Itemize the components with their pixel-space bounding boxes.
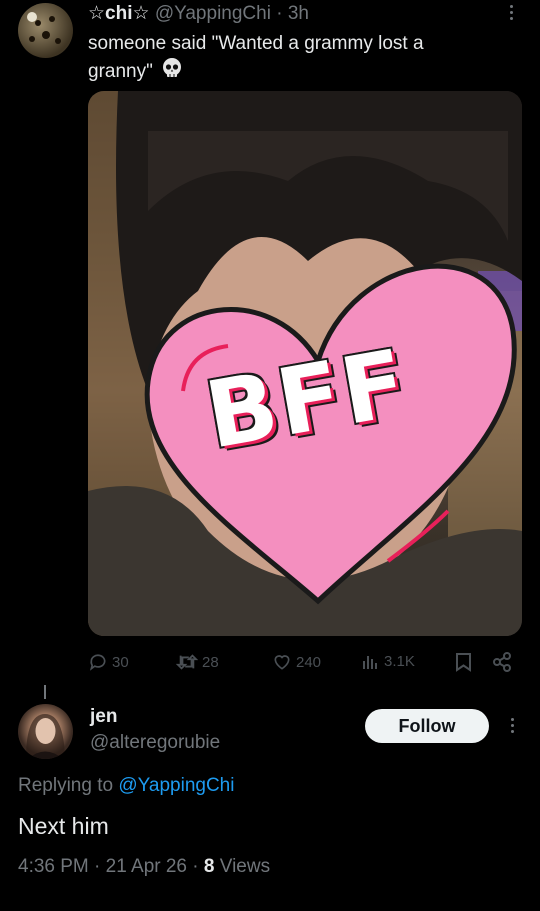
bookmark-icon[interactable]: [455, 652, 472, 672]
share-icon[interactable]: [492, 652, 512, 672]
skull-emoji-icon: [161, 57, 183, 87]
tweet-text-line-1: someone said "Wanted a grammy lost a: [88, 33, 424, 54]
author-avatar[interactable]: [18, 3, 73, 58]
user-avatar-icon: [26, 714, 65, 759]
reply-display-name[interactable]: jen: [90, 706, 117, 728]
reply-date[interactable]: 21 Apr 26: [106, 856, 187, 877]
author-display-name[interactable]: ☆chi☆: [88, 3, 150, 24]
reply-time[interactable]: 4:36 PM: [18, 856, 89, 877]
reply-text: Next him: [18, 813, 109, 839]
tweet-text-line-2: granny": [88, 57, 508, 87]
tweet-media-image[interactable]: BFF: [88, 91, 522, 636]
follow-button[interactable]: Follow: [365, 709, 489, 743]
reply-views-count[interactable]: 8: [204, 856, 215, 877]
author-handle[interactable]: @YappingChi: [155, 3, 271, 24]
views-count: 3.1K: [384, 652, 415, 670]
replying-to-prefix: Replying to: [18, 775, 119, 796]
reply-more-options-icon[interactable]: [511, 718, 514, 733]
reply-icon: [88, 652, 108, 672]
retweet-stat[interactable]: 28: [176, 652, 219, 672]
like-stat[interactable]: 240: [272, 652, 321, 672]
tweet-text: someone said "Wanted a grammy lost a gra…: [88, 31, 508, 87]
reply-author-avatar[interactable]: [18, 704, 73, 759]
separator-dot: ·: [276, 3, 283, 24]
reply-stat[interactable]: 30: [88, 652, 129, 672]
tweet-time[interactable]: 3h: [288, 3, 309, 24]
views-bar-chart-icon: [362, 652, 380, 670]
reply-views-label: Views: [219, 856, 271, 877]
leopard-avatar-icon: [27, 12, 61, 44]
reply-meta: 4:36 PM · 21 Apr 26 · 8 Views: [18, 856, 270, 878]
heart-icon: [272, 652, 292, 672]
thread-connector-line: [44, 685, 46, 699]
replying-to: Replying to @YappingChi: [18, 775, 234, 797]
reply-count: 30: [112, 653, 129, 671]
reply-handle[interactable]: @alteregorubie: [90, 732, 220, 754]
more-options-icon[interactable]: [510, 5, 513, 20]
like-count: 240: [296, 653, 322, 671]
retweet-icon: [176, 652, 198, 672]
tweet-header: ☆chi☆ @YappingChi · 3h: [88, 2, 309, 25]
retweet-count: 28: [202, 653, 219, 671]
views-stat[interactable]: 3.1K: [362, 652, 415, 670]
meta-separator: ·: [94, 856, 101, 877]
replying-to-handle-link[interactable]: @YappingChi: [118, 775, 234, 796]
meta-separator-2: ·: [192, 856, 199, 877]
